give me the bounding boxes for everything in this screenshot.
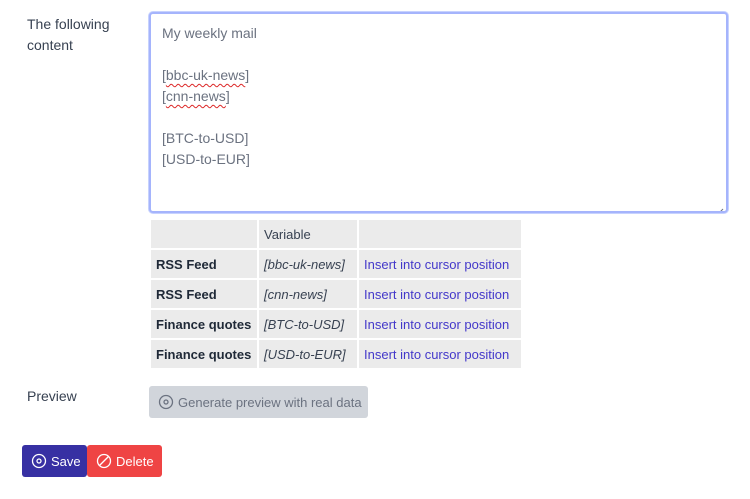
insert-into-cursor-link[interactable]: Insert into cursor position xyxy=(364,317,509,332)
generate-preview-label: Generate preview with real data xyxy=(178,394,362,410)
insert-cell: Insert into cursor position xyxy=(359,340,521,368)
table-row: RSS Feed [bbc-uk-news] Insert into curso… xyxy=(151,250,521,278)
insert-into-cursor-link[interactable]: Insert into cursor position xyxy=(364,287,509,302)
mail-content-form: The following content My weekly mail [bb… xyxy=(0,0,750,499)
table-header-cell xyxy=(359,220,521,248)
content-line: [bbc-uk-news] xyxy=(162,67,249,83)
content-line: [cnn-news] xyxy=(162,88,230,104)
generate-preview-button[interactable]: Generate preview with real data xyxy=(149,386,368,418)
resize-handle-icon[interactable] xyxy=(716,201,724,211)
insert-into-cursor-link[interactable]: Insert into cursor position xyxy=(364,347,509,362)
circle-dot-icon xyxy=(158,394,174,410)
insert-cell: Insert into cursor position xyxy=(359,280,521,308)
table-header-row: Variable xyxy=(151,220,521,248)
content-field-label: The following content xyxy=(27,16,110,53)
content-textarea[interactable]: My weekly mail [bbc-uk-news] [cnn-news] … xyxy=(149,12,728,213)
preview-label: Preview xyxy=(27,388,77,404)
variable-type: Finance quotes xyxy=(151,340,257,368)
content-line: My weekly mail xyxy=(162,25,257,41)
table-row: RSS Feed [cnn-news] Insert into cursor p… xyxy=(151,280,521,308)
table-row: Finance quotes [USD-to-EUR] Insert into … xyxy=(151,340,521,368)
variable-name: [USD-to-EUR] xyxy=(259,340,357,368)
variables-table: Variable RSS Feed [bbc-uk-news] Insert i… xyxy=(149,218,523,370)
content-line: [USD-to-EUR] xyxy=(162,151,250,167)
ban-icon xyxy=(96,453,112,469)
variable-type: RSS Feed xyxy=(151,250,257,278)
table-row: Finance quotes [BTC-to-USD] Insert into … xyxy=(151,310,521,338)
save-button[interactable]: Save xyxy=(22,445,87,477)
insert-into-cursor-link[interactable]: Insert into cursor position xyxy=(364,257,509,272)
variable-name: [BTC-to-USD] xyxy=(259,310,357,338)
insert-cell: Insert into cursor position xyxy=(359,250,521,278)
table-header-cell: Variable xyxy=(259,220,357,248)
misspelled-word: cnn-news xyxy=(165,88,226,104)
save-label: Save xyxy=(51,453,81,469)
table-header-cell xyxy=(151,220,257,248)
bracket-text: ] xyxy=(245,67,250,83)
variable-type: RSS Feed xyxy=(151,280,257,308)
insert-cell: Insert into cursor position xyxy=(359,310,521,338)
misspelled-word: bbc-uk-news xyxy=(165,67,246,83)
delete-label: Delete xyxy=(116,453,154,469)
variable-name: [bbc-uk-news] xyxy=(259,250,357,278)
content-line: [BTC-to-USD] xyxy=(162,130,249,146)
circle-dot-icon xyxy=(31,453,47,469)
variable-name: [cnn-news] xyxy=(259,280,357,308)
delete-button[interactable]: Delete xyxy=(87,445,162,477)
bracket-text: ] xyxy=(225,88,230,104)
variable-type: Finance quotes xyxy=(151,310,257,338)
